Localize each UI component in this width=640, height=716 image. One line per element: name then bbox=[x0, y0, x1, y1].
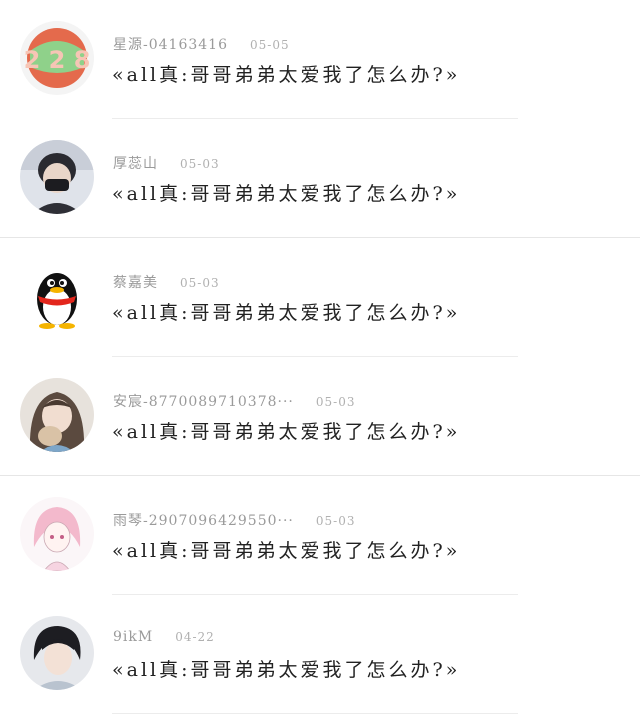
comment-date: 05-03 bbox=[180, 157, 220, 171]
comment-text: «all真:哥哥弟弟太爱我了怎么办?» bbox=[112, 659, 461, 681]
comment-text: «all真:哥哥弟弟太爱我了怎么办?» bbox=[112, 302, 461, 324]
number-sticker-avatar[interactable]: 2 2 8 bbox=[20, 21, 94, 95]
masked-person-avatar[interactable] bbox=[20, 140, 94, 214]
comment-item[interactable]: 厚蕊山 05-03 «all真:哥哥弟弟太爱我了怎么办?» bbox=[0, 119, 640, 238]
username[interactable]: 雨琴-2907096429550··· bbox=[113, 513, 294, 529]
comment-item[interactable]: 9ikM 04-22 «all真:哥哥弟弟太爱我了怎么办?» bbox=[0, 595, 640, 714]
boy-portrait-avatar[interactable] bbox=[20, 616, 94, 690]
comment-date: 05-03 bbox=[315, 395, 356, 409]
username[interactable]: 星源-04163416 bbox=[113, 37, 228, 53]
comment-text: «all真:哥哥弟弟太爱我了怎么办?» bbox=[112, 421, 461, 443]
username[interactable]: 安宸-8770089710378··· bbox=[113, 394, 294, 410]
comment-list: 2 2 8 星源-04163416 05-05 «all真:哥哥弟弟太爱我了怎么办… bbox=[0, 0, 640, 716]
comment-text: «all真:哥哥弟弟太爱我了怎么办?» bbox=[112, 183, 461, 205]
comment-text: «all真:哥哥弟弟太爱我了怎么办?» bbox=[112, 540, 461, 562]
username[interactable]: 蔡嘉美 bbox=[113, 275, 158, 291]
username[interactable]: 9ikM bbox=[113, 629, 153, 645]
comment-item[interactable]: 2 2 8 星源-04163416 05-05 «all真:哥哥弟弟太爱我了怎么办… bbox=[0, 0, 640, 119]
anime-girl-cat-avatar[interactable] bbox=[20, 378, 94, 452]
svg-text:2 2 8: 2 2 8 bbox=[24, 46, 91, 74]
comment-date: 05-03 bbox=[315, 514, 356, 528]
comment-item[interactable]: 蔡嘉美 05-03 «all真:哥哥弟弟太爱我了怎么办?» bbox=[0, 238, 640, 357]
comment-item[interactable]: 安宸-8770089710378··· 05-03 «all真:哥哥弟弟太爱我了怎… bbox=[0, 357, 640, 476]
comment-date: 05-03 bbox=[180, 276, 220, 290]
pink-sketch-avatar[interactable] bbox=[20, 497, 94, 571]
comment-item[interactable]: 雨琴-2907096429550··· 05-03 «all真:哥哥弟弟太爱我了怎… bbox=[0, 476, 640, 595]
comment-text: «all真:哥哥弟弟太爱我了怎么办?» bbox=[112, 64, 461, 86]
comment-date: 05-05 bbox=[250, 38, 290, 52]
comment-date: 04-22 bbox=[175, 630, 215, 644]
divider bbox=[112, 713, 518, 714]
username[interactable]: 厚蕊山 bbox=[113, 156, 158, 172]
penguin-avatar[interactable] bbox=[20, 259, 94, 333]
